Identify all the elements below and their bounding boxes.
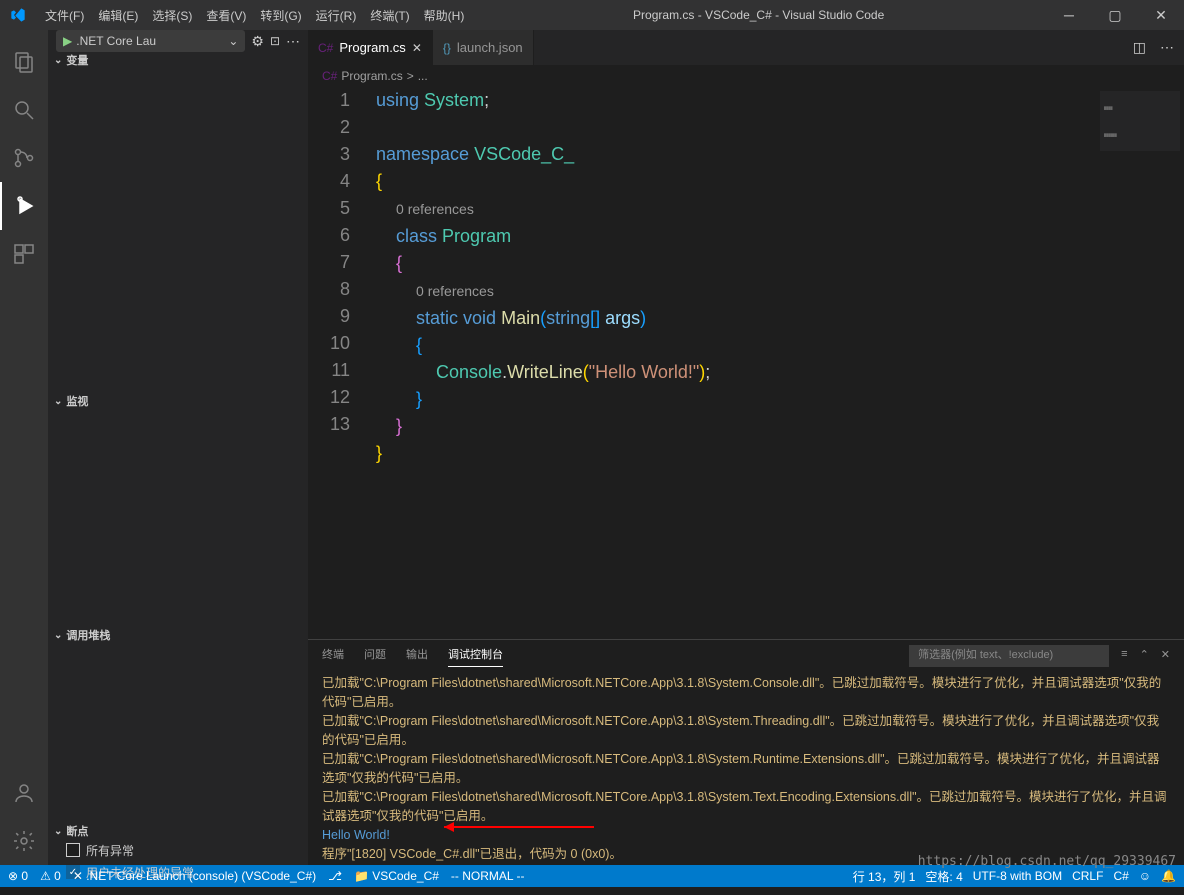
debug-console-output[interactable]: 已加载"C:\Program Files\dotnet\shared\Micro… — [308, 672, 1184, 865]
annotation-arrow — [444, 821, 604, 833]
close-button[interactable]: ✕ — [1138, 0, 1184, 30]
settings-gear-icon[interactable] — [0, 817, 48, 865]
menu-go[interactable]: 转到(G) — [253, 7, 308, 24]
chevron-down-icon: ⌄ — [54, 396, 62, 407]
menu-bar: 文件(F) 编辑(E) 选择(S) 查看(V) 转到(G) 运行(R) 终端(T… — [35, 7, 471, 24]
menu-select[interactable]: 选择(S) — [145, 7, 199, 24]
debug-config-selector[interactable]: ▶ .NET Core Lau ⌄ — [56, 30, 245, 52]
csharp-file-icon: C# — [318, 41, 333, 55]
close-tab-icon[interactable]: ✕ — [412, 41, 422, 55]
menu-terminal[interactable]: 终端(T) — [363, 7, 416, 24]
variables-body — [48, 68, 308, 393]
breakpoints-section-header[interactable]: ⌄断点 — [48, 823, 308, 839]
menu-view[interactable]: 查看(V) — [199, 7, 253, 24]
start-debug-icon: ▶ — [63, 34, 72, 48]
vscode-logo-icon — [0, 7, 35, 23]
sidebar: ▶ .NET Core Lau ⌄ ⚙ ⊡ ⋯ ⌄变量 ⌄监视 ⌄调用堆栈 ⌄断… — [48, 30, 308, 865]
console-line: 已加载"C:\Program Files\dotnet\shared\Micro… — [322, 712, 1170, 750]
debug-settings-icon[interactable]: ⚙ — [251, 33, 264, 50]
more-actions-icon[interactable]: ⋯ — [286, 33, 300, 50]
panel-tab-output[interactable]: 输出 — [406, 646, 428, 666]
debug-views-icon[interactable]: ⊡ — [270, 34, 280, 48]
callstack-body — [48, 643, 308, 823]
watermark-text: https://blog.csdn.net/qq_29339467 — [918, 854, 1176, 869]
menu-help[interactable]: 帮助(H) — [417, 7, 472, 24]
tab-launch-json[interactable]: {} launch.json — [433, 30, 534, 65]
minimap[interactable]: ██████████████ ██████ ████ — [1100, 91, 1180, 151]
collapse-panel-icon[interactable]: ⌃ — [1140, 648, 1149, 665]
status-debug-target[interactable]: ✕ .NET Core Launch (console) (VSCode_C#) — [73, 865, 316, 887]
panel-tab-problems[interactable]: 问题 — [364, 646, 386, 666]
panel-tabs: 终端 问题 输出 调试控制台 筛选器(例如 text、!exclude) ≡ ⌃… — [308, 640, 1184, 672]
tab-label: launch.json — [457, 40, 523, 55]
checkbox-icon[interactable] — [66, 843, 80, 857]
panel-tab-terminal[interactable]: 终端 — [322, 646, 344, 666]
titlebar: 文件(F) 编辑(E) 选择(S) 查看(V) 转到(G) 运行(R) 终端(T… — [0, 0, 1184, 30]
code-content: using System; namespace VSCode_C_{ 0 ref… — [368, 87, 710, 639]
code-editor[interactable]: 12345678910111213 using System; namespac… — [308, 87, 1184, 639]
menu-run[interactable]: 运行(R) — [309, 7, 364, 24]
panel-tab-debug-console[interactable]: 调试控制台 — [448, 646, 503, 667]
watch-section-header[interactable]: ⌄监视 — [48, 393, 308, 409]
callstack-section-header[interactable]: ⌄调用堆栈 — [48, 627, 308, 643]
panel: 终端 问题 输出 调试控制台 筛选器(例如 text、!exclude) ≡ ⌃… — [308, 639, 1184, 865]
more-actions-icon[interactable]: ⋯ — [1160, 39, 1174, 56]
status-warnings[interactable]: ⚠ 0 — [40, 865, 61, 887]
status-errors[interactable]: ⊗ 0 — [8, 865, 28, 887]
console-line: 已加载"C:\Program Files\dotnet\shared\Micro… — [322, 674, 1170, 712]
console-line: 已加载"C:\Program Files\dotnet\shared\Micro… — [322, 750, 1170, 788]
breadcrumb-file: Program.cs — [341, 69, 402, 83]
extensions-icon[interactable] — [0, 230, 48, 278]
activity-bar — [0, 30, 48, 865]
line-numbers: 12345678910111213 — [308, 87, 368, 639]
search-icon[interactable] — [0, 86, 48, 134]
json-file-icon: {} — [443, 41, 451, 55]
breadcrumb-sep: > — [407, 69, 414, 83]
split-editor-icon[interactable]: ◫ — [1133, 39, 1146, 56]
explorer-icon[interactable] — [0, 38, 48, 86]
status-vim-mode: -- NORMAL -- — [451, 865, 525, 887]
chevron-down-icon: ⌄ — [54, 826, 62, 837]
filter-input[interactable]: 筛选器(例如 text、!exclude) — [909, 645, 1109, 667]
status-folder[interactable]: 📁 VSCode_C# — [354, 865, 439, 887]
debug-config-name: .NET Core Lau — [76, 34, 156, 48]
run-debug-icon[interactable] — [0, 182, 48, 230]
debug-toolbar: ▶ .NET Core Lau ⌄ ⚙ ⊡ ⋯ — [48, 30, 308, 52]
chevron-down-icon: ⌄ — [54, 55, 62, 66]
variables-section-header[interactable]: ⌄变量 — [48, 52, 308, 68]
source-control-icon[interactable] — [0, 134, 48, 182]
account-icon[interactable] — [0, 769, 48, 817]
watch-body — [48, 409, 308, 627]
clear-console-icon[interactable]: ≡ — [1121, 648, 1127, 664]
status-live-share[interactable]: ⎇ — [328, 865, 342, 887]
chevron-down-icon: ⌄ — [54, 630, 62, 641]
tab-label: Program.cs — [339, 40, 405, 55]
menu-edit[interactable]: 编辑(E) — [91, 7, 145, 24]
chevron-down-icon: ⌄ — [228, 34, 238, 48]
breakpoint-item[interactable]: 所有异常 — [66, 839, 308, 861]
breadcrumb-more: ... — [418, 69, 428, 83]
maximize-button[interactable]: ▢ — [1092, 0, 1138, 30]
tab-program-cs[interactable]: C# Program.cs ✕ — [308, 30, 433, 65]
breadcrumb[interactable]: C# Program.cs > ... — [308, 65, 1184, 87]
menu-file[interactable]: 文件(F) — [38, 7, 91, 24]
window-title: Program.cs - VSCode_C# - Visual Studio C… — [471, 8, 1046, 22]
close-panel-icon[interactable]: ✕ — [1161, 648, 1170, 665]
minimize-button[interactable]: ─ — [1046, 0, 1092, 30]
status-cursor-position[interactable]: 行 13，列 1 — [853, 865, 916, 887]
editor-group: C# Program.cs ✕ {} launch.json ◫ ⋯ C# Pr… — [308, 30, 1184, 865]
editor-tabs: C# Program.cs ✕ {} launch.json ◫ ⋯ — [308, 30, 1184, 65]
csharp-file-icon: C# — [322, 69, 337, 83]
